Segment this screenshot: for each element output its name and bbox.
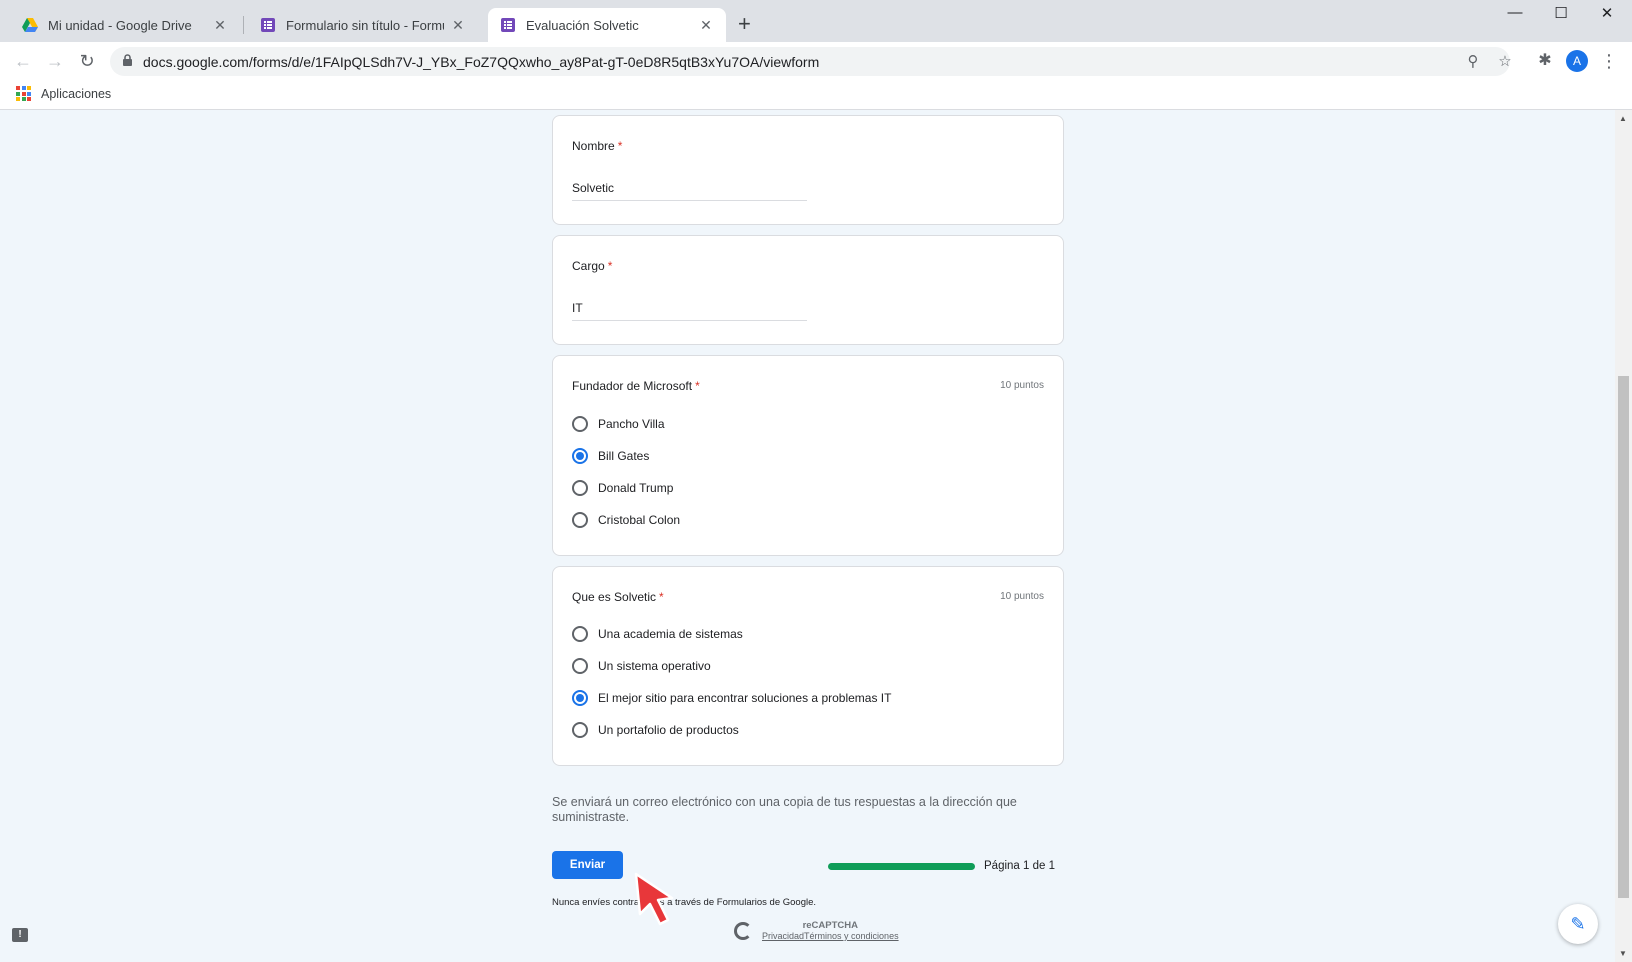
scroll-up-arrow-icon[interactable]: ▲ — [1619, 114, 1627, 123]
bookmarks-bar: Aplicaciones — [0, 80, 1632, 110]
recaptcha-icon — [734, 921, 752, 940]
question-title: Fundador de Microsoft * — [572, 379, 700, 393]
question-title: Nombre * — [572, 139, 623, 153]
radio-option[interactable]: Donald Trump — [572, 480, 673, 496]
google-forms-icon — [501, 18, 515, 32]
tab-strip: Mi unidad - Google Drive ✕ Formulario si… — [0, 0, 1632, 42]
radio-option[interactable]: Un portafolio de productos — [572, 722, 739, 738]
new-tab-button[interactable]: + — [738, 13, 751, 35]
progress-bar — [828, 863, 975, 870]
close-icon[interactable]: ✕ — [450, 17, 466, 34]
forward-arrow-icon[interactable]: → — [44, 50, 66, 72]
radio-option[interactable]: Un sistema operativo — [572, 658, 711, 674]
radio-button[interactable] — [572, 722, 588, 738]
privacy-link[interactable]: Privacidad — [762, 931, 804, 941]
apps-bookmark[interactable]: Aplicaciones — [16, 86, 111, 101]
edit-pencil-icon[interactable]: ✎ — [1558, 904, 1598, 944]
scroll-down-arrow-icon[interactable]: ▼ — [1619, 949, 1627, 958]
radio-option[interactable]: Una academia de sistemas — [572, 626, 743, 642]
page-scrollbar[interactable]: ▲ ▼ — [1615, 110, 1632, 962]
password-warning: Nunca envíes contraseñas a través de For… — [552, 897, 817, 908]
points-label: 10 puntos — [1000, 591, 1044, 602]
bookmark-star-icon[interactable]: ☆ — [1494, 47, 1516, 76]
points-label: 10 puntos — [1000, 380, 1044, 391]
question-card-fundador: Fundador de Microsoft * 10 puntos Pancho … — [552, 355, 1064, 556]
google-drive-icon — [22, 18, 38, 32]
window-close-icon[interactable]: ✕ — [1584, 4, 1630, 30]
recaptcha-badge: reCAPTCHA PrivacidadTérminos y condicion… — [734, 920, 899, 941]
question-card-cargo: Cargo * IT — [552, 235, 1064, 345]
radio-option[interactable]: El mejor sitio para encontrar soluciones… — [572, 690, 891, 706]
page-indicator: Página 1 de 1 — [984, 860, 1055, 872]
text-answer-input[interactable]: IT — [572, 301, 807, 321]
radio-option[interactable]: Bill Gates — [572, 448, 649, 464]
radio-button-selected[interactable] — [572, 690, 588, 706]
tab-evaluacion-solvetic[interactable]: Evaluación Solvetic ✕ — [488, 8, 726, 42]
radio-option[interactable]: Cristobal Colon — [572, 512, 680, 528]
tab-separator — [243, 16, 244, 34]
menu-kebab-icon[interactable]: ⋮ — [1598, 50, 1620, 72]
email-copy-notice: Se enviará un correo electrónico con una… — [552, 795, 1017, 824]
scrollbar-thumb[interactable] — [1618, 376, 1629, 898]
tab-title: Formulario sin título - Formularios de G… — [286, 17, 444, 33]
required-asterisk: * — [695, 379, 700, 393]
radio-button[interactable] — [572, 512, 588, 528]
google-forms-icon — [261, 18, 275, 32]
question-title: Que es Solvetic * — [572, 590, 664, 604]
radio-button[interactable] — [572, 626, 588, 642]
reload-icon[interactable]: ↻ — [76, 50, 98, 72]
tab-google-drive[interactable]: Mi unidad - Google Drive ✕ — [10, 8, 240, 42]
question-title: Cargo * — [572, 259, 613, 273]
address-bar[interactable]: docs.google.com/forms/d/e/1FAIpQLSdh7V-J… — [110, 47, 1512, 76]
tab-title: Evaluación Solvetic — [526, 17, 639, 33]
text-answer-input[interactable]: Solvetic — [572, 181, 807, 201]
terms-link[interactable]: Términos y condiciones — [804, 931, 899, 941]
recaptcha-title: reCAPTCHA — [802, 920, 858, 931]
radio-button-selected[interactable] — [572, 448, 588, 464]
lock-icon — [122, 53, 133, 70]
extensions-puzzle-icon[interactable]: ✱ — [1534, 50, 1556, 72]
radio-option[interactable]: Pancho Villa — [572, 416, 665, 432]
question-card-que-es-solvetic: Que es Solvetic * 10 puntos Una academia … — [552, 566, 1064, 766]
radio-button[interactable] — [572, 416, 588, 432]
maximize-icon[interactable]: ☐ — [1538, 4, 1584, 30]
url-text: docs.google.com/forms/d/e/1FAIpQLSdh7V-J… — [143, 53, 820, 70]
question-card-nombre: Nombre * Solvetic — [552, 115, 1064, 225]
profile-avatar[interactable]: A — [1566, 50, 1588, 72]
required-asterisk: * — [617, 139, 623, 153]
radio-button[interactable] — [572, 658, 588, 674]
tab-formulario-sin-titulo[interactable]: Formulario sin título - Formularios de G… — [248, 8, 478, 42]
submit-button[interactable]: Enviar — [552, 851, 623, 879]
close-icon[interactable]: ✕ — [698, 17, 714, 34]
back-arrow-icon[interactable]: ← — [12, 50, 34, 72]
zoom-icon[interactable]: ⚲ — [1462, 47, 1484, 76]
radio-button[interactable] — [572, 480, 588, 496]
apps-label: Aplicaciones — [41, 86, 112, 101]
report-issue-icon[interactable]: ! — [12, 928, 28, 942]
apps-grid-icon — [16, 86, 31, 101]
required-asterisk: * — [659, 590, 664, 604]
tab-title: Mi unidad - Google Drive — [48, 17, 192, 33]
close-icon[interactable]: ✕ — [212, 17, 228, 34]
minimize-icon[interactable]: — — [1492, 4, 1538, 30]
browser-toolbar: ← → ↻ docs.google.com/forms/d/e/1FAIpQLS… — [0, 42, 1632, 80]
required-asterisk: * — [607, 259, 613, 273]
pointer-arrow-icon — [634, 872, 674, 926]
